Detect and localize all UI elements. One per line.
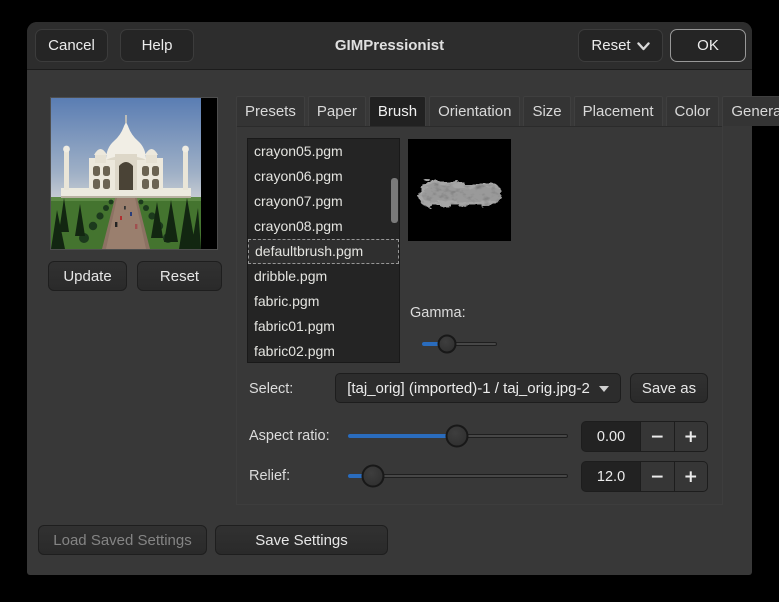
tab-placement[interactable]: Placement	[573, 96, 663, 126]
reset-preview-button[interactable]: Reset	[137, 261, 222, 291]
list-item[interactable]: crayon06.pgm	[248, 164, 399, 189]
brush-stroke-preview	[408, 139, 511, 241]
relief-slider-handle[interactable]	[361, 464, 385, 488]
brush-source-dropdown[interactable]: [taj_orig] (imported)-1 / taj_orig.jpg-2	[335, 373, 621, 403]
aspect-ratio-value[interactable]: 0.00	[582, 422, 641, 451]
select-label: Select:	[249, 381, 294, 397]
list-item-selected[interactable]: defaultbrush.pgm	[248, 239, 399, 264]
relief-spinbox: 12.0 − +	[581, 461, 708, 492]
update-button-label: Update	[63, 267, 112, 285]
gamma-label: Gamma:	[410, 305, 466, 321]
aspect-ratio-slider-fill	[348, 434, 457, 438]
reset-preview-button-label: Reset	[159, 267, 200, 285]
cancel-button[interactable]: Cancel	[35, 29, 108, 62]
list-item[interactable]: crayon07.pgm	[248, 189, 399, 214]
tab-color[interactable]: Color	[665, 96, 720, 126]
aspect-ratio-decrement-button[interactable]: −	[640, 422, 674, 451]
aspect-ratio-increment-button[interactable]: +	[673, 422, 707, 451]
list-item[interactable]: fabric02.pgm	[248, 339, 399, 362]
tab-brush[interactable]: Brush	[368, 96, 427, 126]
cancel-button-label: Cancel	[48, 37, 95, 54]
reset-menu-button[interactable]: Reset	[578, 29, 663, 62]
help-button[interactable]: Help	[120, 29, 194, 62]
brush-list-scrollbar[interactable]	[391, 178, 398, 223]
image-preview	[50, 97, 218, 250]
relief-slider[interactable]	[348, 464, 568, 488]
screen: GIMPressionist Cancel Help Reset OK Upda…	[0, 0, 779, 602]
aspect-ratio-label: Aspect ratio:	[249, 428, 330, 444]
load-saved-settings-button[interactable]: Load Saved Settings	[38, 525, 207, 555]
taj-mahal-preview-image	[51, 98, 201, 249]
save-settings-label: Save Settings	[255, 531, 348, 549]
plus-icon: +	[683, 466, 698, 487]
save-as-button-label: Save as	[641, 379, 697, 397]
dropdown-arrow-icon	[598, 386, 609, 392]
list-item[interactable]: fabric.pgm	[248, 289, 399, 314]
aspect-ratio-slider-handle[interactable]	[445, 424, 469, 448]
chevron-down-icon	[636, 38, 650, 55]
ok-button-label: OK	[697, 37, 719, 54]
minus-icon: −	[650, 426, 665, 447]
gamma-slider-handle[interactable]	[437, 334, 457, 354]
brush-source-value: [taj_orig] (imported)-1 / taj_orig.jpg-2	[347, 379, 590, 397]
tab-paper[interactable]: Paper	[307, 96, 366, 126]
gamma-slider[interactable]	[422, 332, 497, 356]
tab-orientation[interactable]: Orientation	[429, 96, 521, 126]
reset-menu-label: Reset	[591, 37, 631, 54]
minus-icon: −	[650, 466, 665, 487]
aspect-ratio-spinbox: 0.00 − +	[581, 421, 708, 452]
list-item[interactable]: crayon05.pgm	[248, 139, 399, 164]
tab-general[interactable]: General	[722, 96, 779, 126]
relief-label: Relief:	[249, 468, 291, 484]
ok-button[interactable]: OK	[670, 29, 746, 62]
relief-value[interactable]: 12.0	[582, 462, 641, 491]
list-item[interactable]: crayon08.pgm	[248, 214, 399, 239]
tab-presets[interactable]: Presets	[236, 96, 305, 126]
save-as-button[interactable]: Save as	[630, 373, 708, 403]
titlebar: GIMPressionist Cancel Help Reset OK	[27, 22, 752, 70]
gimpressionist-dialog: GIMPressionist Cancel Help Reset OK Upda…	[27, 22, 779, 575]
load-saved-settings-label: Load Saved Settings	[53, 531, 192, 549]
plus-icon: +	[683, 426, 698, 447]
tab-bar: Presets Paper Brush Orientation Size Pla…	[236, 96, 779, 127]
update-preview-button[interactable]: Update	[48, 261, 127, 291]
help-button-label: Help	[141, 37, 173, 54]
save-settings-button[interactable]: Save Settings	[215, 525, 388, 555]
aspect-ratio-slider[interactable]	[348, 424, 568, 448]
list-item[interactable]: dribble.pgm	[248, 264, 399, 289]
brush-list: crayon05.pgm crayon06.pgm crayon07.pgm c…	[247, 138, 400, 363]
list-item[interactable]: fabric01.pgm	[248, 314, 399, 339]
tab-size[interactable]: Size	[523, 96, 571, 126]
relief-decrement-button[interactable]: −	[640, 462, 674, 491]
relief-increment-button[interactable]: +	[673, 462, 707, 491]
